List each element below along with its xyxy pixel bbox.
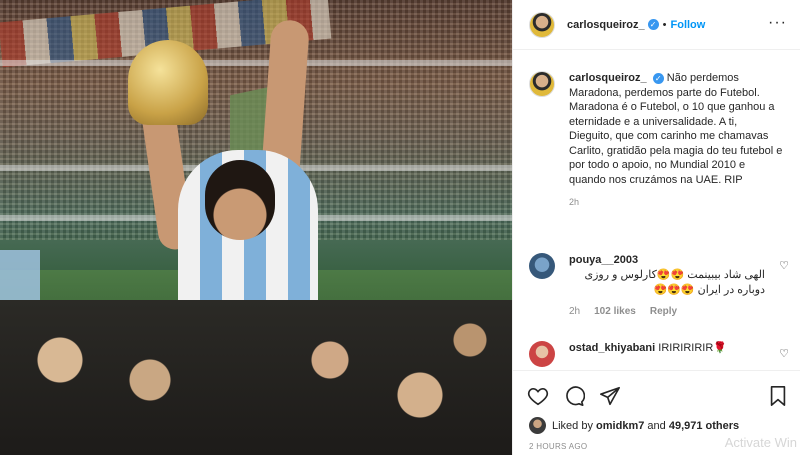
like-comment-heart-icon[interactable]: ♡ <box>779 259 789 272</box>
caption-body: Não perdemos Maradona, perdemos parte do… <box>569 72 783 186</box>
liked-by-others[interactable]: 49,971 others <box>669 420 739 432</box>
caption-username[interactable]: carlosqueiroz_ <box>569 72 647 84</box>
reply-button[interactable]: Reply <box>650 306 677 317</box>
player-head <box>205 160 275 240</box>
comment-username[interactable]: ostad_khiyabani <box>569 342 655 354</box>
caption-text: carlosqueiroz_ ✓ Não perdemos Maradona, … <box>569 71 783 187</box>
world-cup-trophy <box>128 40 208 125</box>
comment-time: 2h <box>569 306 581 317</box>
author-username[interactable]: carlosqueiroz_ <box>567 19 645 31</box>
comment-item: ostad_khiyabani IRIRIRIRIR🌹 ♡ <box>529 341 789 367</box>
post-timestamp: 2 HOURS AGO <box>529 442 588 451</box>
comment-item: pouya__2003 الهی شاد بیبینمت 😍😍کارلوس و … <box>529 253 789 317</box>
more-horizontal-icon[interactable]: ··· <box>768 14 787 32</box>
comment-text: pouya__2003 الهی شاد بیبینمت 😍😍کارلوس و … <box>569 253 765 298</box>
liked-by-line: Liked by omidkm7 and 49,971 others <box>529 417 739 434</box>
comment-username[interactable]: pouya__2003 <box>569 254 638 266</box>
liker-avatar[interactable] <box>529 417 546 434</box>
liked-by-and: and <box>647 419 666 432</box>
surrounding-crowd <box>0 300 512 455</box>
commenter-avatar[interactable] <box>529 341 555 367</box>
verified-badge-icon: ✓ <box>652 73 664 84</box>
share-send-icon[interactable] <box>599 385 621 407</box>
comment-likes[interactable]: 102 likes <box>594 306 636 317</box>
post-header: carlosqueiroz_ ✓ • Follow ··· <box>513 0 800 50</box>
like-heart-icon[interactable] <box>527 385 549 407</box>
post-image <box>0 0 512 455</box>
comment-body: IRIRIRIRIR🌹 <box>658 342 727 354</box>
caption-timestamp: 2h <box>569 197 580 207</box>
activate-windows-watermark: Activate Win <box>724 435 797 450</box>
separator-dot: • <box>662 18 667 31</box>
like-comment-heart-icon[interactable]: ♡ <box>779 347 789 360</box>
follow-button[interactable]: Follow <box>671 19 706 31</box>
author-avatar[interactable] <box>529 11 555 38</box>
post-sidebar: carlosqueiroz_ ✓ • Follow ··· carlosquei… <box>512 0 800 455</box>
comments-scroll-area[interactable]: carlosqueiroz_ ✓ Não perdemos Maradona, … <box>513 51 800 369</box>
liked-by-user[interactable]: omidkm7 <box>596 420 644 432</box>
comment-bubble-icon[interactable] <box>563 385 585 407</box>
verified-badge-icon: ✓ <box>647 19 659 30</box>
commenter-avatar[interactable] <box>529 253 555 279</box>
liked-by-prefix: Liked by <box>552 419 593 432</box>
action-icon-row <box>527 385 621 407</box>
stand-divider <box>0 60 512 66</box>
caption-avatar[interactable] <box>529 71 555 97</box>
comment-text: ostad_khiyabani IRIRIRIRIR🌹 <box>569 341 765 356</box>
post-actions: Liked by omidkm7 and 49,971 others 2 HOU… <box>513 370 800 455</box>
post-caption: carlosqueiroz_ ✓ Não perdemos Maradona, … <box>529 71 789 207</box>
comment-body: الهی شاد بیبینمت 😍😍کارلوس و روزی دوباره … <box>584 269 765 296</box>
comment-meta: 2h 102 likes Reply <box>569 306 789 317</box>
bookmark-icon[interactable] <box>767 385 789 407</box>
